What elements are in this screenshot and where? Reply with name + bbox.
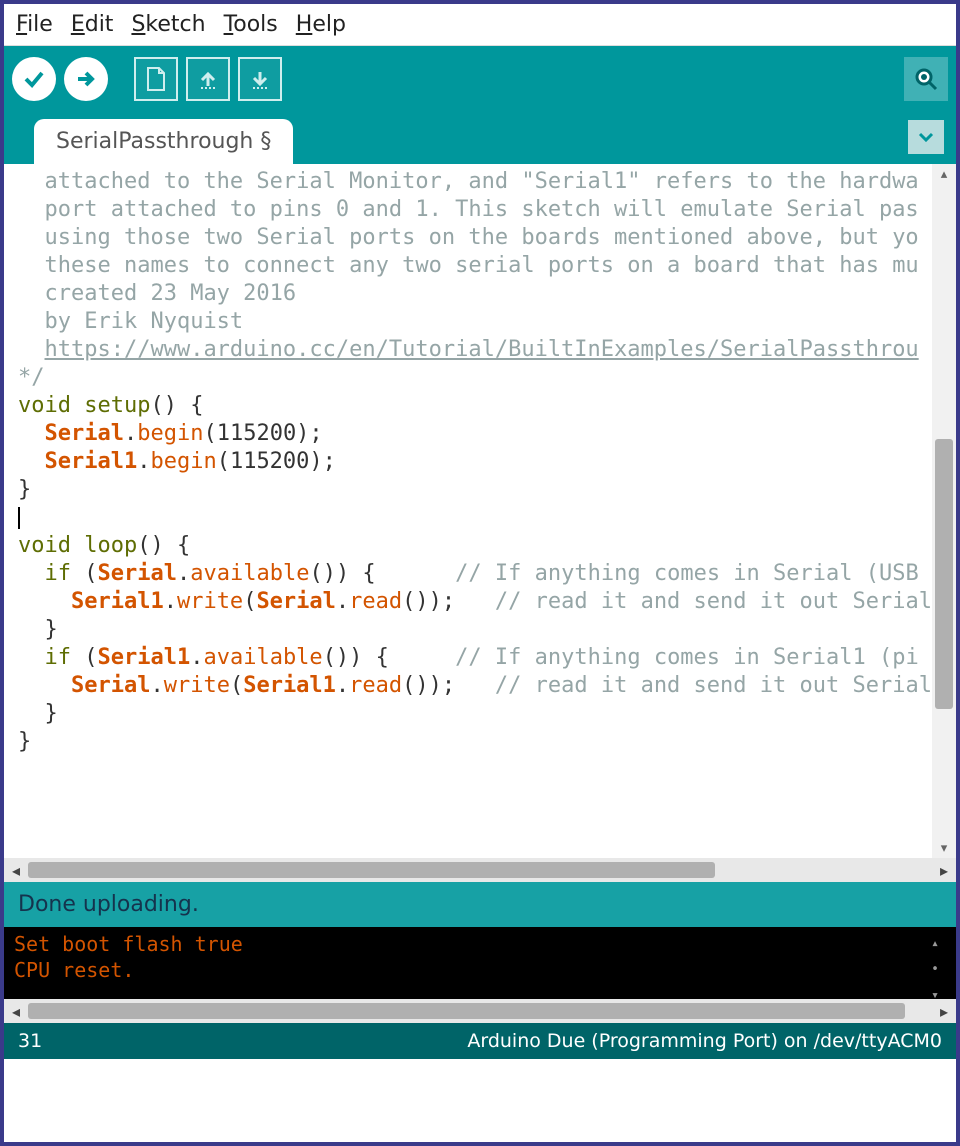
menu-help[interactable]: Help — [296, 12, 346, 37]
scroll-thumb[interactable] — [28, 1003, 905, 1019]
tab-strip: SerialPassthrough § — [4, 112, 956, 164]
board-port-info: Arduino Due (Programming Port) on /dev/t… — [467, 1030, 942, 1052]
file-icon — [145, 66, 167, 92]
new-button[interactable] — [134, 57, 178, 101]
output-console[interactable]: Set boot flash trueCPU reset. ▴ • ▾ — [4, 927, 956, 999]
code-line: } — [18, 728, 932, 756]
editor-horizontal-scrollbar[interactable]: ◂ ▸ — [4, 858, 956, 882]
arrow-down-icon — [249, 68, 271, 90]
menu-file[interactable]: File — [16, 12, 53, 37]
code-line: } — [18, 616, 932, 644]
upload-button[interactable] — [64, 57, 108, 101]
code-line: if (Serial1.available()) { // If anythin… — [18, 644, 932, 672]
footer-bar: 31 Arduino Due (Programming Port) on /de… — [4, 1023, 956, 1059]
console-line: Set boot flash true — [14, 931, 924, 957]
menu-sketch[interactable]: Sketch — [131, 12, 205, 37]
code-line: */ — [18, 364, 932, 392]
scroll-thumb[interactable] — [28, 862, 715, 878]
console-line: CPU reset. — [14, 957, 924, 983]
sketch-tab[interactable]: SerialPassthrough § — [34, 119, 293, 164]
scroll-left-icon[interactable]: ◂ — [4, 861, 28, 880]
toolbar — [4, 46, 956, 112]
code-line: these names to connect any two serial po… — [18, 252, 932, 280]
scroll-left-icon[interactable]: ◂ — [4, 1002, 28, 1021]
code-line: if (Serial.available()) { // If anything… — [18, 560, 932, 588]
open-button[interactable] — [186, 57, 230, 101]
code-line: using those two Serial ports on the boar… — [18, 224, 932, 252]
status-bar: Done uploading. — [4, 882, 956, 927]
code-editor[interactable]: attached to the Serial Monitor, and "Ser… — [4, 164, 956, 858]
arrow-right-icon — [74, 67, 98, 91]
console-horizontal-scrollbar[interactable]: ◂ ▸ — [4, 999, 956, 1023]
code-line: Serial1.begin(115200); — [18, 448, 932, 476]
scroll-down-icon[interactable]: ▾ — [932, 838, 956, 858]
tab-dropdown[interactable] — [908, 120, 944, 154]
save-button[interactable] — [238, 57, 282, 101]
scroll-right-icon[interactable]: ▸ — [932, 861, 956, 880]
code-line: Serial1.write(Serial.read()); // read it… — [18, 588, 932, 616]
chevron-down-icon — [918, 132, 934, 142]
magnifier-icon — [913, 66, 939, 92]
arrow-up-icon — [197, 68, 219, 90]
status-message: Done uploading. — [18, 892, 199, 917]
console-vertical-scrollbar[interactable]: ▴ • ▾ — [924, 931, 946, 995]
scroll-right-icon[interactable]: ▸ — [932, 1002, 956, 1021]
editor-vertical-scrollbar[interactable]: ▴ ▾ — [932, 164, 956, 858]
code-line: } — [18, 476, 932, 504]
code-line: https://www.arduino.cc/en/Tutorial/Built… — [18, 336, 932, 364]
code-line: by Erik Nyquist — [18, 308, 932, 336]
code-line: created 23 May 2016 — [18, 280, 932, 308]
code-line: port attached to pins 0 and 1. This sket… — [18, 196, 932, 224]
code-line: void loop() { — [18, 532, 932, 560]
line-number: 31 — [18, 1030, 42, 1052]
verify-button[interactable] — [12, 57, 56, 101]
code-line: Serial.write(Serial1.read()); // read it… — [18, 672, 932, 700]
tab-modified-marker: § — [260, 129, 271, 154]
check-icon — [22, 67, 46, 91]
menu-tools[interactable]: Tools — [224, 12, 278, 37]
code-line: Serial.begin(115200); — [18, 420, 932, 448]
scroll-dot-icon: • — [931, 957, 939, 983]
scroll-up-icon[interactable]: ▴ — [931, 931, 939, 957]
serial-monitor-button[interactable] — [904, 57, 948, 101]
code-line: void setup() { — [18, 392, 932, 420]
scroll-up-icon[interactable]: ▴ — [932, 164, 956, 184]
menu-edit[interactable]: Edit — [71, 12, 114, 37]
code-line: } — [18, 700, 932, 728]
code-line: attached to the Serial Monitor, and "Ser… — [18, 168, 932, 196]
scroll-thumb[interactable] — [935, 439, 953, 709]
tab-title: SerialPassthrough — [56, 129, 253, 154]
code-line — [18, 504, 932, 532]
menu-bar: File Edit Sketch Tools Help — [4, 4, 956, 46]
